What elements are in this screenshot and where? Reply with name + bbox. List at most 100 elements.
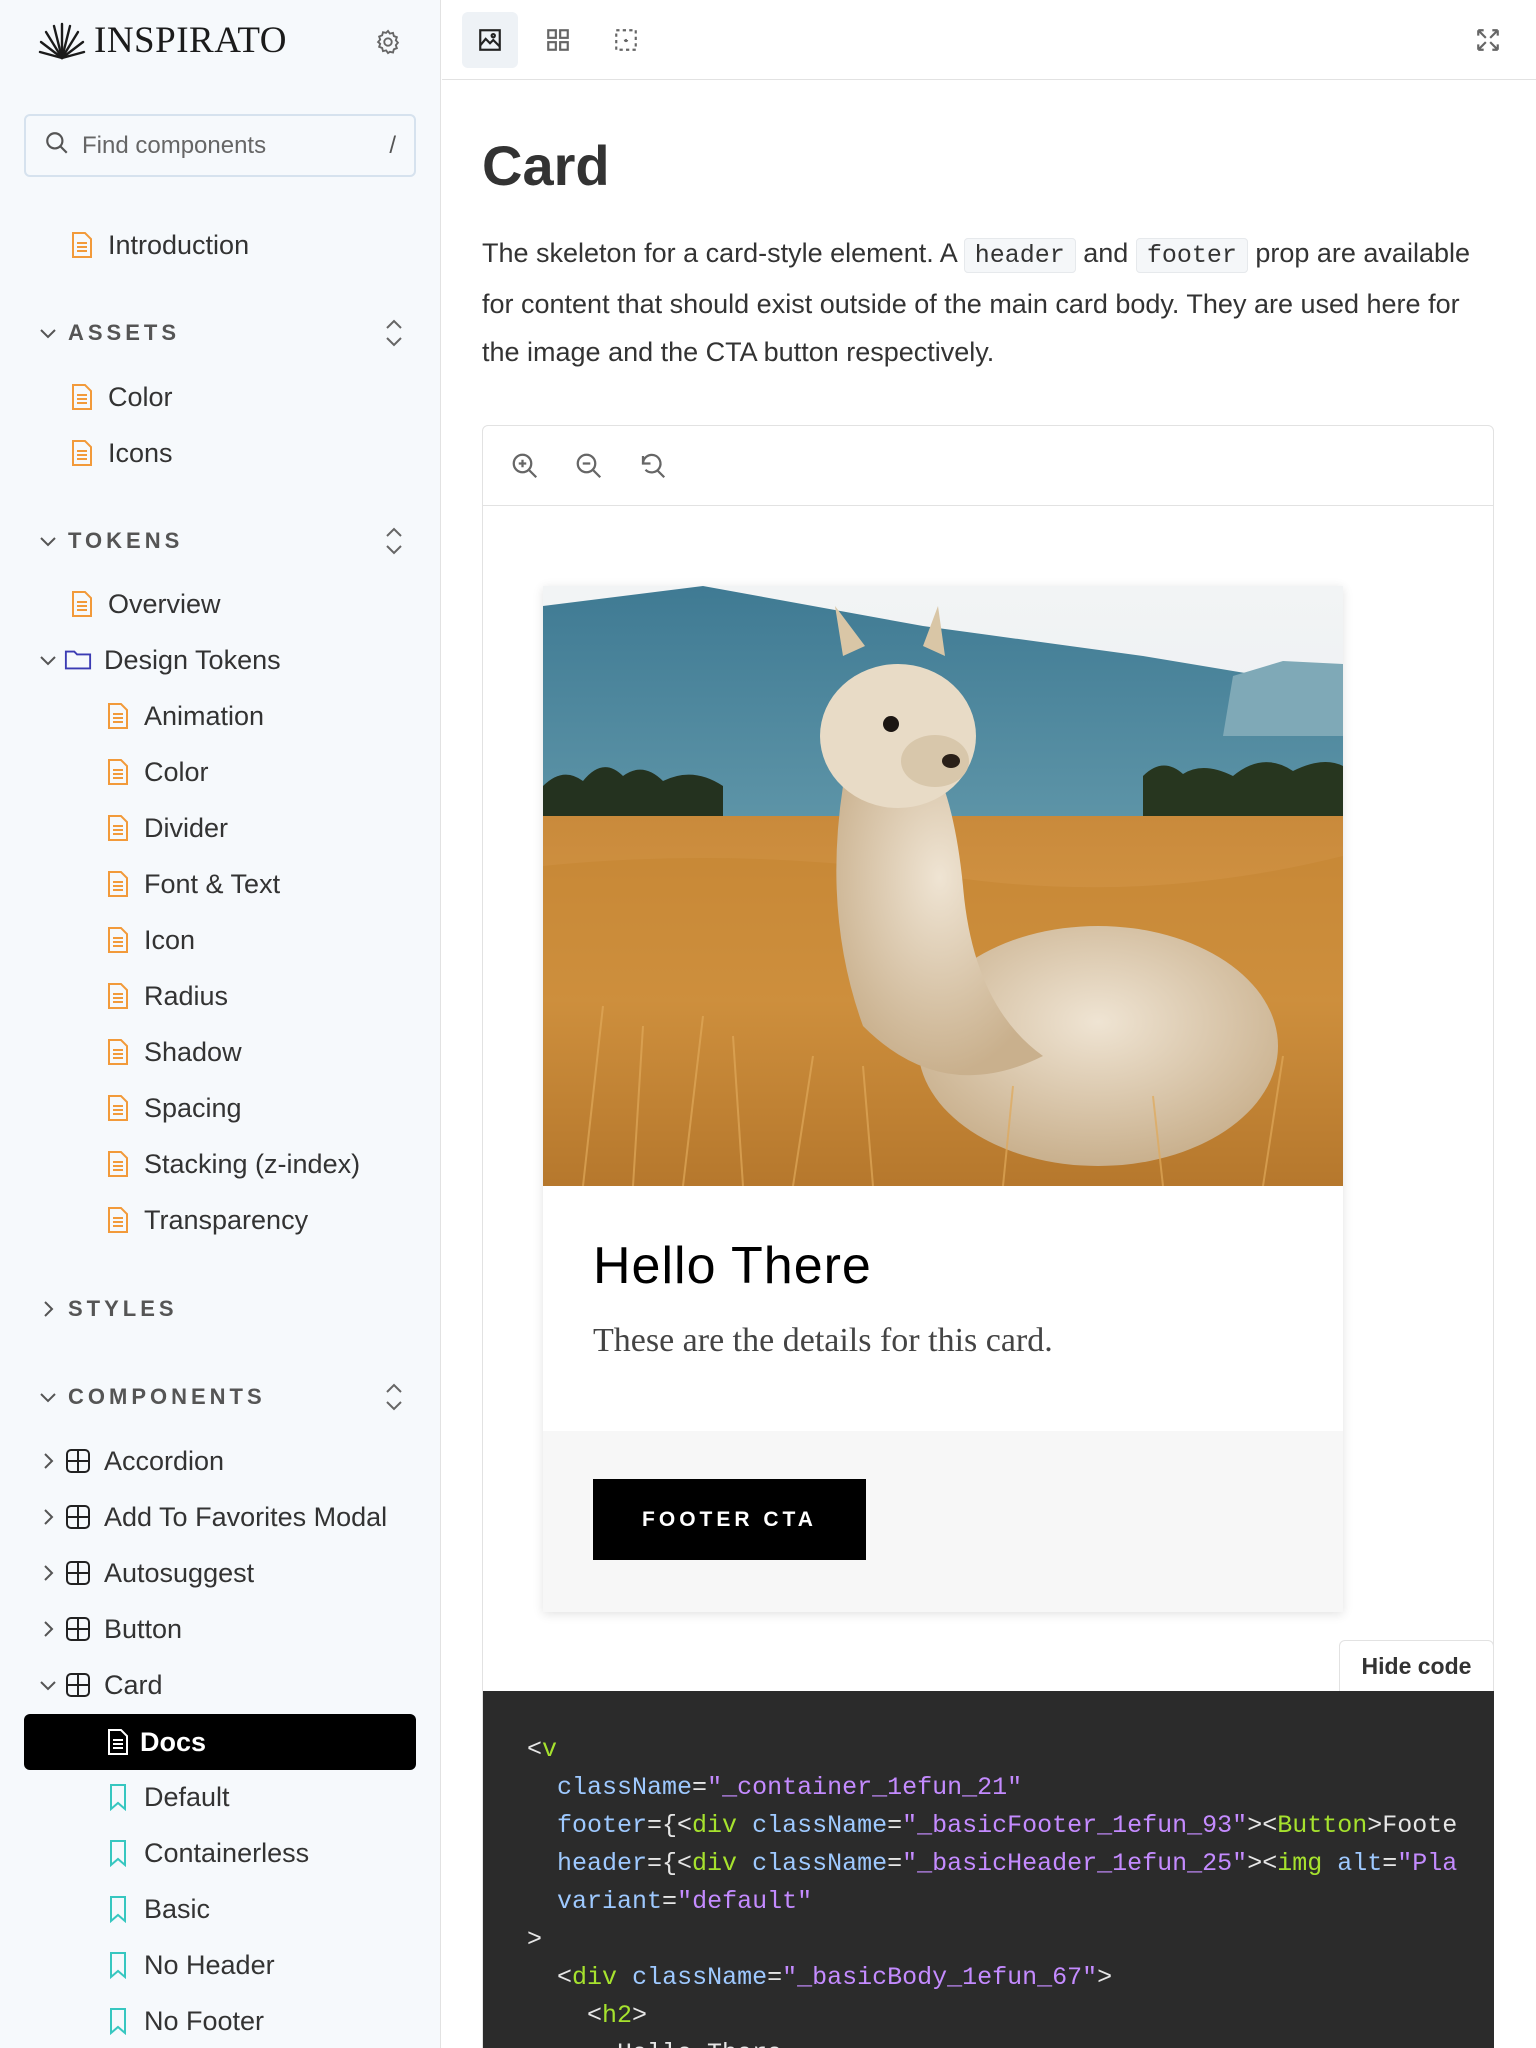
sidebar-item-autosuggest[interactable]: Autosuggest xyxy=(36,1550,254,1596)
code-token: "_basicBody_1efun_67" xyxy=(782,1963,1098,1992)
code-token: > xyxy=(632,2001,648,2030)
expand-collapse-icon[interactable] xyxy=(376,1377,412,1417)
sidebar-item-animation[interactable]: Animation xyxy=(104,693,264,739)
sidebar-item-spacing[interactable]: Spacing xyxy=(104,1085,242,1131)
sidebar-story-containerless[interactable]: Containerless xyxy=(104,1830,309,1876)
search-input[interactable]: Find components / xyxy=(24,114,416,177)
sidebar-item-introduction[interactable]: Introduction xyxy=(68,222,249,268)
sidebar-item-add-to-favorites-modal[interactable]: Add To Favorites Modal xyxy=(36,1494,387,1540)
section-styles[interactable]: STYLES xyxy=(36,1289,416,1329)
expand-collapse-icon[interactable] xyxy=(376,521,412,561)
code-token: alt xyxy=(1337,1849,1383,1878)
sidebar-item-stacking[interactable]: Stacking (z-index) xyxy=(104,1141,360,1187)
document-icon xyxy=(68,230,96,260)
inline-code-header: header xyxy=(963,238,1076,273)
story-preview: Hello There These are the details for th… xyxy=(482,425,1494,2048)
sidebar-story-basic[interactable]: Basic xyxy=(104,1886,210,1932)
document-icon xyxy=(104,981,132,1011)
sidebar-item-label: Button xyxy=(104,1613,183,1644)
fullscreen-icon[interactable] xyxy=(1460,12,1516,68)
sidebar-item-shadow[interactable]: Shadow xyxy=(104,1029,242,1075)
sidebar-item-transparency[interactable]: Transparency xyxy=(104,1197,308,1243)
sidebar-story-no-header[interactable]: No Header xyxy=(104,1942,275,1988)
sidebar-item-overview[interactable]: Overview xyxy=(68,581,221,627)
image-icon[interactable] xyxy=(462,12,518,68)
sidebar-folder-design-tokens[interactable]: Design Tokens xyxy=(36,637,281,683)
code-token: < xyxy=(527,1735,543,1764)
search-icon xyxy=(44,130,70,161)
chevron-right-icon xyxy=(36,1446,60,1476)
sidebar-item-assets-color[interactable]: Color xyxy=(68,374,173,420)
inline-code-footer: footer xyxy=(1135,238,1248,273)
chevron-down-icon xyxy=(36,1670,60,1700)
document-icon xyxy=(68,382,96,412)
sidebar-item-icon[interactable]: Icon xyxy=(104,917,195,963)
sidebar-item-label: Basic xyxy=(144,1893,211,1924)
chevron-right-icon xyxy=(36,1614,60,1644)
bookmark-icon xyxy=(104,1950,132,1980)
sidebar-item-button[interactable]: Button xyxy=(36,1606,182,1652)
footer-cta-button[interactable]: FOOTER CTA xyxy=(593,1479,866,1560)
component-grid-icon xyxy=(64,1614,92,1644)
code-token: Button xyxy=(1277,1811,1368,1840)
sidebar-item-color[interactable]: Color xyxy=(104,749,209,795)
zoom-in-icon[interactable] xyxy=(505,446,545,486)
gear-icon[interactable] xyxy=(370,24,406,60)
section-tokens[interactable]: TOKENS xyxy=(36,521,416,561)
sidebar-item-label: Transparency xyxy=(144,1204,309,1235)
code-token: "_basicFooter_1efun_93" xyxy=(902,1811,1248,1840)
code-token: ={< xyxy=(647,1849,693,1878)
code-token: < xyxy=(557,1963,573,1992)
outline-icon[interactable] xyxy=(598,12,654,68)
code-token: ={< xyxy=(647,1811,693,1840)
grid-icon[interactable] xyxy=(530,12,586,68)
code-token: Hello There xyxy=(617,2039,782,2048)
bookmark-icon xyxy=(104,1894,132,1924)
component-grid-icon xyxy=(64,1558,92,1588)
brand-logo[interactable]: INSPIRATO xyxy=(38,15,287,65)
sidebar-item-label: No Footer xyxy=(144,2005,265,2036)
sidebar-item-font-text[interactable]: Font & Text xyxy=(104,861,280,907)
sidebar-item-label: Accordion xyxy=(104,1445,225,1476)
zoom-toolbar xyxy=(483,426,1493,506)
code-token: variant xyxy=(557,1887,663,1916)
document-icon xyxy=(104,1727,132,1757)
reset-zoom-icon[interactable] xyxy=(633,446,673,486)
hide-code-button[interactable]: Hide code xyxy=(1339,1640,1494,1691)
sidebar-item-accordion[interactable]: Accordion xyxy=(36,1438,224,1484)
code-token: header xyxy=(557,1849,648,1878)
sidebar-item-radius[interactable]: Radius xyxy=(104,973,228,1019)
card-title: Hello There xyxy=(593,1237,872,1295)
sidebar-item-label: Spacing xyxy=(144,1092,242,1123)
document-icon xyxy=(104,1205,132,1235)
code-token: h2 xyxy=(602,2001,633,2030)
sidebar-story-default[interactable]: Default xyxy=(104,1774,230,1820)
zoom-out-icon[interactable] xyxy=(569,446,609,486)
palm-leaf-logo-icon xyxy=(38,16,86,65)
card-body: Hello There These are the details for th… xyxy=(543,1186,1343,1431)
code-token: > xyxy=(527,1925,543,1954)
sidebar-item-label: Add To Favorites Modal xyxy=(104,1501,388,1532)
section-assets[interactable]: ASSETS xyxy=(36,313,416,353)
sidebar-item-divider[interactable]: Divider xyxy=(104,805,228,851)
chevron-right-icon xyxy=(36,1502,60,1532)
sidebar-item-label: Autosuggest xyxy=(104,1557,255,1588)
document-icon xyxy=(68,438,96,468)
document-icon xyxy=(104,1037,132,1067)
section-components[interactable]: COMPONENTS xyxy=(36,1377,416,1417)
sidebar-item-card[interactable]: Card xyxy=(36,1662,163,1708)
code-token: >< xyxy=(1247,1811,1278,1840)
sidebar-item-label: Color xyxy=(108,381,173,412)
section-label: COMPONENTS xyxy=(68,1384,266,1409)
sidebar-item-docs[interactable]: Docs xyxy=(24,1714,416,1770)
document-icon xyxy=(104,1093,132,1123)
sidebar-item-label: Icon xyxy=(144,924,196,955)
docs-content: Card The skeleton for a card-style eleme… xyxy=(442,81,1536,2048)
expand-collapse-icon[interactable] xyxy=(376,313,412,353)
sidebar-item-assets-icons[interactable]: Icons xyxy=(68,430,173,476)
preview-toolbar xyxy=(442,0,1536,80)
section-label: ASSETS xyxy=(68,320,181,345)
code-token: > xyxy=(1097,1963,1113,1992)
sidebar-story-no-footer[interactable]: No Footer xyxy=(104,1998,264,2044)
bookmark-icon xyxy=(104,1782,132,1812)
